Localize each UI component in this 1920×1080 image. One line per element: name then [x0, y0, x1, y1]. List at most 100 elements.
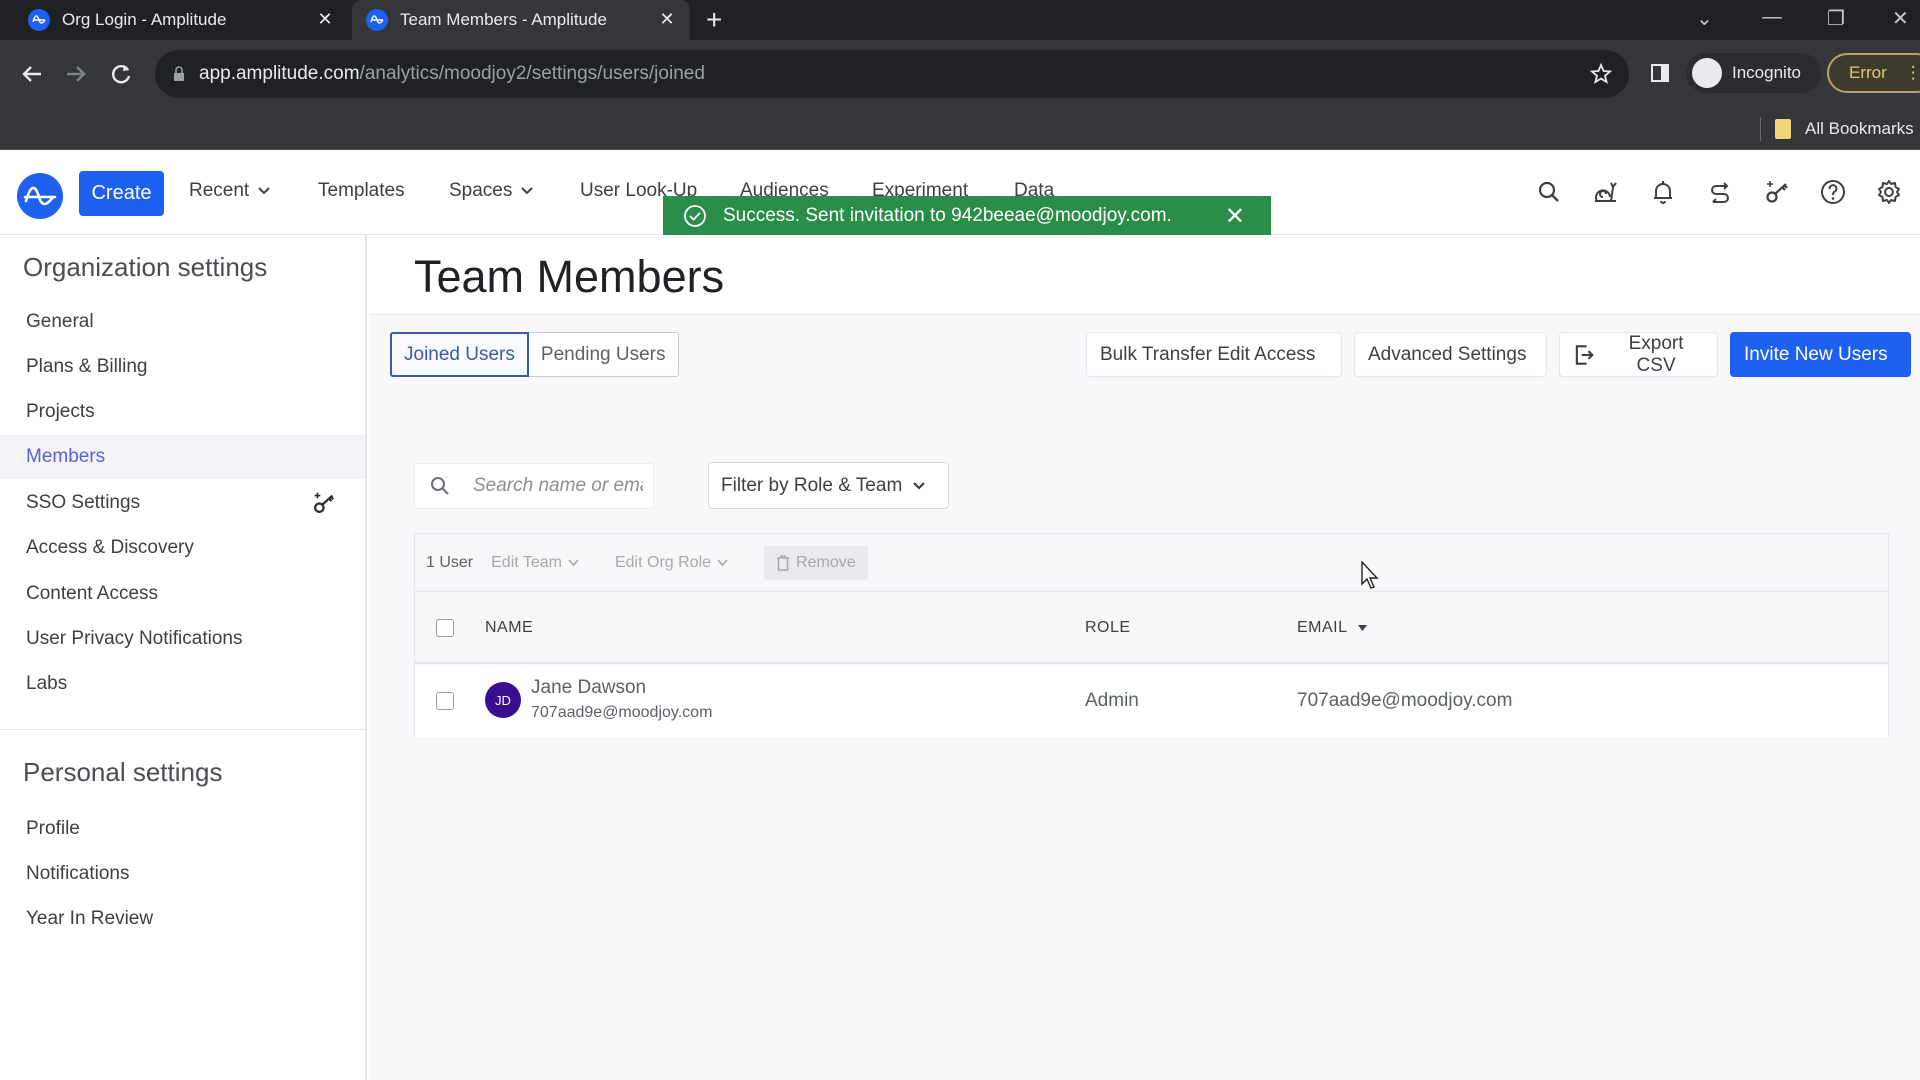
remove-button[interactable]: Remove [764, 545, 868, 580]
incognito-profile-button[interactable]: Incognito [1686, 53, 1821, 93]
address-bar[interactable]: app.amplitude.com/analytics/moodjoy2/set… [155, 50, 1629, 98]
sidebar-item-label: SSO Settings [26, 492, 141, 513]
forward-icon[interactable] [61, 59, 91, 89]
sidebar-item-label: Notifications [26, 863, 130, 884]
tab-pending-users[interactable]: Pending Users [528, 332, 679, 377]
advanced-settings-button[interactable]: Advanced Settings [1354, 332, 1547, 377]
check-circle-icon [683, 204, 707, 228]
search-input[interactable] [473, 475, 643, 497]
side-panel-icon[interactable] [1650, 63, 1670, 83]
bulk-transfer-edit-access-button[interactable]: Bulk Transfer Edit Access [1086, 332, 1342, 377]
close-tab-icon[interactable]: ✕ [656, 9, 678, 30]
sidebar-item-profile[interactable]: Profile [0, 807, 365, 851]
export-icon [1575, 344, 1594, 365]
browser-tab-active[interactable]: Team Members - Amplitude ✕ [352, 0, 690, 40]
sidebar-item-members[interactable]: Members [0, 435, 365, 479]
invite-new-users-button[interactable]: Invite New Users [1730, 332, 1911, 377]
column-header-name[interactable]: NAME [485, 619, 533, 637]
bookmark-star-icon[interactable] [1589, 62, 1613, 86]
sidebar-item-label: Profile [26, 818, 80, 839]
edit-team-dropdown[interactable]: Edit Team [491, 554, 579, 572]
sidebar-item-label: Year In Review [26, 908, 154, 929]
snail-icon[interactable] [1591, 177, 1621, 207]
create-button[interactable]: Create [79, 171, 164, 216]
error-label: Error [1849, 63, 1887, 82]
table-header: NAME ROLE EMAIL [415, 592, 1888, 664]
column-header-email[interactable]: EMAIL [1297, 619, 1367, 637]
sort-desc-icon [1357, 625, 1367, 631]
selection-count: 1 User [426, 553, 474, 571]
main-content: Team Members Joined Users Pending Users … [369, 235, 1920, 1080]
browser-tab[interactable]: Org Login - Amplitude ✕ [18, 0, 348, 40]
tab-joined-users[interactable]: Joined Users [390, 332, 529, 377]
all-bookmarks-button[interactable]: All Bookmarks [1760, 114, 1914, 144]
search-icon[interactable] [1534, 177, 1564, 207]
sidebar-item-labs[interactable]: Labs [0, 662, 365, 706]
row-checkbox[interactable] [436, 692, 454, 710]
success-toast: Success. Sent invitation to 942beeae@moo… [663, 196, 1271, 235]
sidebar-item-content-access[interactable]: Content Access [0, 572, 365, 616]
column-header-role[interactable]: ROLE [1085, 619, 1131, 637]
export-csv-button[interactable]: Export CSV [1559, 332, 1718, 377]
sidebar-item-label: Content Access [26, 583, 159, 604]
reload-icon[interactable] [106, 59, 136, 89]
amplitude-logo-icon[interactable] [17, 173, 63, 219]
nav-spaces-label: Spaces [449, 180, 513, 201]
minimize-icon[interactable]: — [1762, 6, 1782, 29]
member-sub-email: 707aad9e@moodjoy.com [531, 704, 713, 721]
key-icon[interactable] [1762, 177, 1792, 207]
help-icon[interactable] [1818, 177, 1848, 207]
gear-icon[interactable] [1874, 177, 1904, 207]
page-header: Team Members [369, 235, 1920, 315]
sidebar-item-year-in-review[interactable]: Year In Review [0, 897, 365, 941]
error-button[interactable]: Error ⋮ [1827, 53, 1920, 93]
page-title: Team Members [414, 251, 725, 302]
sidebar-item-access-discovery[interactable]: Access & Discovery [0, 526, 365, 570]
sidebar-divider [0, 729, 365, 730]
sidebar-item-user-privacy-notifications[interactable]: User Privacy Notifications [0, 617, 365, 661]
nav-spaces[interactable]: Spaces [449, 180, 534, 202]
incognito-icon [1692, 58, 1722, 88]
edit-org-role-dropdown[interactable]: Edit Org Role [615, 554, 728, 572]
sidebar-item-label: Members [26, 446, 106, 467]
select-all-checkbox[interactable] [436, 619, 454, 637]
sidebar-item-sso-settings[interactable]: SSO Settings [0, 481, 365, 525]
url-path: /analytics/moodjoy2/settings/users/joine… [359, 63, 705, 84]
switch-project-icon[interactable] [1705, 177, 1735, 207]
browser-toolbar: app.amplitude.com/analytics/moodjoy2/set… [0, 40, 1920, 108]
sidebar-item-notifications[interactable]: Notifications [0, 852, 365, 896]
edit-team-label: Edit Team [491, 553, 562, 571]
amplitude-favicon-icon [28, 9, 50, 31]
divider [1760, 117, 1761, 141]
tab-title: Team Members - Amplitude [400, 10, 607, 29]
toast-message: Success. Sent invitation to 942beeae@moo… [723, 204, 1172, 226]
tab-title: Org Login - Amplitude [62, 10, 227, 29]
sidebar-item-label: Plans & Billing [26, 356, 148, 377]
bookmarks-bar: All Bookmarks [0, 108, 1920, 150]
nav-recent[interactable]: Recent [189, 180, 271, 202]
amplitude-favicon-icon [366, 9, 388, 31]
incognito-label: Incognito [1732, 63, 1801, 82]
more-menu-icon[interactable]: ⋮ [1905, 63, 1920, 83]
filter-role-team-dropdown[interactable]: Filter by Role & Team [708, 462, 949, 509]
close-tab-icon[interactable]: ✕ [314, 9, 336, 30]
sidebar-item-plans-billing[interactable]: Plans & Billing [0, 345, 365, 389]
nav-templates[interactable]: Templates [318, 180, 405, 202]
org-settings-heading: Organization settings [23, 252, 268, 282]
sidebar-item-general[interactable]: General [0, 300, 365, 344]
chevron-down-icon [521, 187, 534, 195]
sidebar-item-projects[interactable]: Projects [0, 390, 365, 434]
chevron-down-icon [717, 558, 728, 566]
bell-icon[interactable] [1648, 177, 1678, 207]
tab-search-chevron-icon[interactable]: ⌄ [1696, 6, 1713, 31]
close-toast-icon[interactable]: ✕ [1225, 202, 1245, 231]
search-field[interactable] [414, 463, 654, 509]
close-window-icon[interactable]: ✕ [1892, 6, 1909, 31]
browser-tab-bar: Org Login - Amplitude ✕ Team Members - A… [0, 0, 1920, 40]
table-row[interactable]: JD Jane Dawson 707aad9e@moodjoy.com Admi… [415, 665, 1888, 737]
url-host: app.amplitude.com [199, 63, 360, 84]
member-role: Admin [1085, 690, 1139, 711]
new-tab-icon[interactable]: + [706, 5, 722, 35]
back-icon[interactable] [17, 59, 47, 89]
restore-icon[interactable]: ❐ [1827, 6, 1845, 31]
